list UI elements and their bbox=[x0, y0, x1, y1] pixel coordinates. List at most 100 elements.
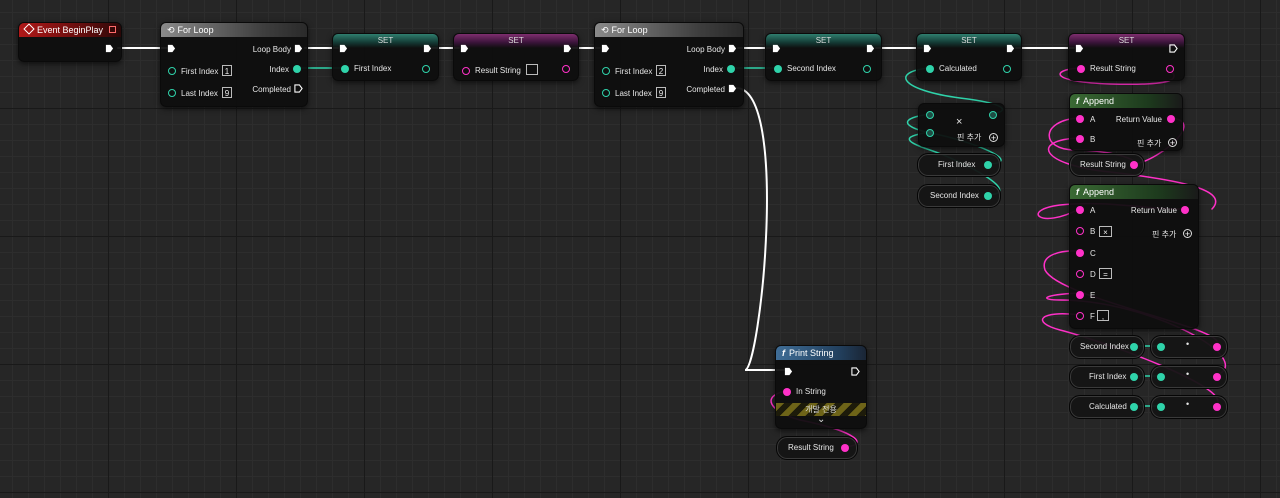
exec-pin-icon[interactable] bbox=[851, 367, 860, 376]
int-to-string-converter[interactable]: • bbox=[1150, 335, 1228, 359]
exec-pin-icon[interactable] bbox=[339, 44, 348, 53]
int-to-string-converter[interactable]: • bbox=[1150, 395, 1228, 419]
output-pin[interactable] bbox=[1166, 65, 1174, 73]
exec-pin-icon[interactable] bbox=[563, 44, 572, 53]
exec-pin-icon[interactable] bbox=[772, 44, 781, 53]
for-loop-node-2[interactable]: ⟲ For Loop Loop Body First Index 2 Index … bbox=[594, 22, 744, 107]
output-pin[interactable] bbox=[1213, 343, 1221, 351]
a-pin[interactable] bbox=[1076, 206, 1084, 214]
f-input[interactable]: , bbox=[1097, 310, 1109, 321]
last-index-input[interactable]: 9 bbox=[222, 87, 232, 98]
exec-pin-icon[interactable] bbox=[601, 44, 610, 53]
return-value-pin[interactable] bbox=[1181, 206, 1189, 214]
int-to-string-converter[interactable]: • bbox=[1150, 365, 1228, 389]
result-string-pin[interactable] bbox=[462, 67, 470, 75]
d-label: D bbox=[1090, 270, 1096, 279]
f-pin[interactable] bbox=[1076, 312, 1084, 320]
last-index-pin[interactable] bbox=[168, 89, 176, 97]
first-index-input[interactable]: 1 bbox=[222, 65, 232, 76]
output-pin[interactable] bbox=[1130, 403, 1138, 411]
index-pin[interactable] bbox=[293, 65, 301, 73]
output-pin[interactable] bbox=[422, 65, 430, 73]
second-index-pin[interactable] bbox=[774, 65, 782, 73]
exec-pin-icon[interactable] bbox=[866, 44, 875, 53]
append-node-2[interactable]: f Append A Return Value B × 핀 추가 + C D = … bbox=[1069, 184, 1199, 329]
multiply-node[interactable]: × 핀 추가 + bbox=[918, 103, 1005, 147]
output-pin[interactable] bbox=[1130, 373, 1138, 381]
last-index-pin[interactable] bbox=[602, 89, 610, 97]
set-second-index-node[interactable]: SET Second Index bbox=[765, 33, 882, 81]
set-header: SET bbox=[1069, 34, 1184, 48]
exec-pin-icon[interactable] bbox=[1075, 44, 1084, 53]
first-index-pin[interactable] bbox=[602, 67, 610, 75]
blueprint-graph[interactable]: Event BeginPlay ⟲ For Loop Loop Body Firs… bbox=[0, 0, 1280, 498]
exec-pin-icon[interactable] bbox=[728, 84, 737, 93]
input-pin-a[interactable] bbox=[926, 111, 934, 119]
get-second-index-node-2[interactable]: Second Index bbox=[1069, 335, 1145, 359]
set-result-string-node-2[interactable]: SET Result String bbox=[1068, 33, 1185, 81]
in-string-pin[interactable] bbox=[783, 388, 791, 396]
output-pin[interactable] bbox=[841, 444, 849, 452]
result-string-input[interactable] bbox=[526, 64, 538, 75]
b-pin[interactable] bbox=[1076, 135, 1084, 143]
input-pin[interactable] bbox=[1157, 403, 1165, 411]
output-pin[interactable] bbox=[562, 65, 570, 73]
d-input[interactable]: = bbox=[1099, 268, 1112, 279]
result-string-pin[interactable] bbox=[1077, 65, 1085, 73]
chevron-down-icon[interactable]: ⌄ bbox=[817, 414, 825, 425]
input-pin[interactable] bbox=[1157, 343, 1165, 351]
input-pin-b[interactable] bbox=[926, 129, 934, 137]
last-index-input[interactable]: 9 bbox=[656, 87, 666, 98]
exec-pin-icon[interactable] bbox=[728, 44, 737, 53]
get-result-string-node-2[interactable]: Result String bbox=[776, 436, 858, 460]
exec-pin-icon[interactable] bbox=[923, 44, 932, 53]
event-begin-play-node[interactable]: Event BeginPlay bbox=[18, 22, 122, 62]
set-calculated-node[interactable]: SET Calculated bbox=[916, 33, 1022, 81]
append-node-1[interactable]: f Append A Return Value B 핀 추가 + bbox=[1069, 93, 1183, 151]
b-input[interactable]: × bbox=[1099, 226, 1112, 237]
for-loop-node-1[interactable]: ⟲ For Loop Loop Body First Index 1 Index … bbox=[160, 22, 308, 107]
output-pin[interactable] bbox=[1213, 403, 1221, 411]
get-first-index-node-2[interactable]: First Index bbox=[1069, 365, 1145, 389]
get-calculated-node[interactable]: Calculated bbox=[1069, 395, 1145, 419]
exec-pin-icon[interactable] bbox=[784, 367, 793, 376]
output-pin[interactable] bbox=[984, 192, 992, 200]
output-pin[interactable] bbox=[1130, 161, 1138, 169]
exec-pin-icon[interactable] bbox=[294, 84, 303, 93]
set-first-index-node[interactable]: SET First Index bbox=[332, 33, 439, 81]
print-string-node[interactable]: f Print String In String 개발 전용 ⌄ bbox=[775, 345, 867, 429]
calculated-pin[interactable] bbox=[926, 65, 934, 73]
output-pin[interactable] bbox=[984, 161, 992, 169]
set-result-string-node[interactable]: SET Result String bbox=[453, 33, 579, 81]
exec-pin-icon[interactable] bbox=[423, 44, 432, 53]
output-pin[interactable] bbox=[989, 111, 997, 119]
input-pin[interactable] bbox=[1157, 373, 1165, 381]
output-pin[interactable] bbox=[863, 65, 871, 73]
exec-pin-icon[interactable] bbox=[1169, 44, 1178, 53]
add-pin-icon[interactable]: + bbox=[989, 133, 998, 143]
index-pin[interactable] bbox=[727, 65, 735, 73]
b-pin[interactable] bbox=[1076, 227, 1084, 235]
output-pin[interactable] bbox=[1130, 343, 1138, 351]
output-pin[interactable] bbox=[1003, 65, 1011, 73]
exec-pin-icon[interactable] bbox=[167, 44, 176, 53]
get-first-index-node[interactable]: First Index bbox=[917, 153, 1001, 177]
a-pin[interactable] bbox=[1076, 115, 1084, 123]
exec-pin-icon[interactable] bbox=[294, 44, 303, 53]
first-index-pin[interactable] bbox=[341, 65, 349, 73]
get-second-index-node[interactable]: Second Index bbox=[917, 184, 1001, 208]
first-index-input[interactable]: 2 bbox=[656, 65, 666, 76]
c-pin[interactable] bbox=[1076, 249, 1084, 257]
exec-pin-icon[interactable] bbox=[460, 44, 469, 53]
e-pin[interactable] bbox=[1076, 291, 1084, 299]
exec-pin-icon[interactable] bbox=[1006, 44, 1015, 53]
d-pin[interactable] bbox=[1076, 270, 1084, 278]
add-pin-icon[interactable]: + bbox=[1168, 138, 1177, 148]
return-value-label: Return Value bbox=[1115, 115, 1162, 124]
return-value-pin[interactable] bbox=[1167, 115, 1175, 123]
exec-pin-icon[interactable] bbox=[105, 44, 114, 53]
add-pin-icon[interactable]: + bbox=[1183, 229, 1192, 239]
get-result-string-node-1[interactable]: Result String bbox=[1069, 153, 1145, 177]
first-index-pin[interactable] bbox=[168, 67, 176, 75]
output-pin[interactable] bbox=[1213, 373, 1221, 381]
